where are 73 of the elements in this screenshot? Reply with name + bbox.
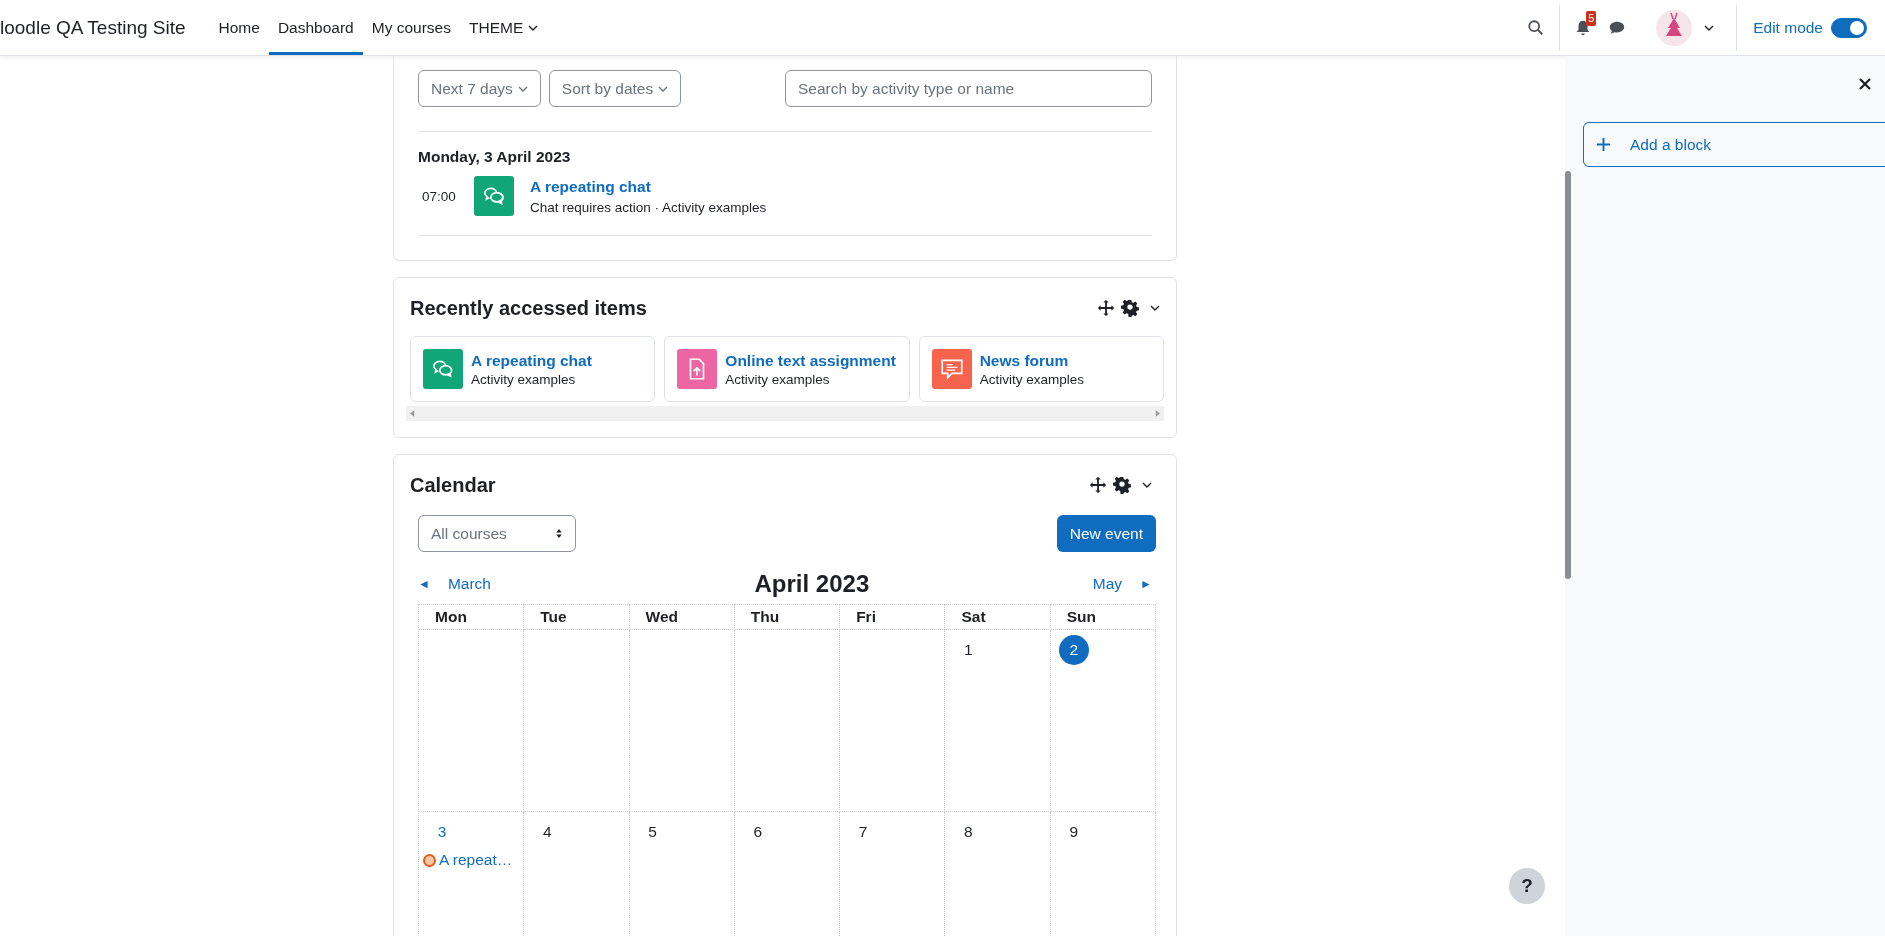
calendar-event-link[interactable]: A repeat… <box>439 851 513 869</box>
event-detail: Chat requires action · Activity examples <box>530 199 767 215</box>
move-icon[interactable] <box>1089 476 1107 494</box>
day-number[interactable]: 5 <box>637 817 668 847</box>
day-number[interactable]: 8 <box>953 817 984 847</box>
avatar-icon[interactable] <box>1656 9 1693 46</box>
search-icon[interactable] <box>1527 18 1546 37</box>
day-number[interactable]: 2 <box>1058 635 1089 665</box>
day-number[interactable]: 4 <box>532 817 563 847</box>
chevron-down-icon <box>658 85 669 92</box>
item-link[interactable]: Online text assignment <box>725 351 896 370</box>
edit-mode-toggle[interactable] <box>1831 17 1867 38</box>
event-time: 07:00 <box>421 188 457 204</box>
weekday-header: Fri <box>840 604 946 630</box>
new-event-button[interactable]: New event <box>1056 515 1156 552</box>
date-heading: Monday, 3 April 2023 <box>418 148 572 166</box>
add-block-button[interactable]: Add a block <box>1583 122 1885 167</box>
weekday-header: Sat <box>945 604 1051 630</box>
recent-item-card[interactable]: News forum Activity examples <box>918 336 1164 402</box>
activity-icon <box>423 349 463 389</box>
right-triangle-icon: ► <box>1140 577 1152 591</box>
search-field[interactable]: Search by activity type or name <box>785 70 1152 107</box>
event-dot-icon <box>423 853 436 867</box>
scrollbar[interactable] <box>1565 171 1571 579</box>
filter-dropdown[interactable]: Next 7 days <box>418 70 541 107</box>
plus-icon <box>1597 138 1610 151</box>
site-name[interactable]: loodle QA Testing Site <box>0 16 186 39</box>
nav-link[interactable]: THEME <box>460 0 548 55</box>
weekday-header: Thu <box>734 604 841 630</box>
item-course: Activity examples <box>979 371 1084 387</box>
previous-month-link[interactable]: ◄ March <box>418 575 491 593</box>
nav-link[interactable]: Dashboard <box>268 0 363 55</box>
settings-icon[interactable] <box>1113 476 1131 494</box>
help-button[interactable]: ? <box>1509 868 1545 904</box>
item-link[interactable]: A repeating chat <box>471 351 592 370</box>
weekday-header: Mon <box>419 604 525 630</box>
left-triangle-icon: ◄ <box>418 577 430 591</box>
day-number[interactable]: 1 <box>953 635 984 665</box>
day-number[interactable]: 3 <box>427 817 457 847</box>
weekday-header: Tue <box>524 604 630 630</box>
nav-link[interactable]: My courses <box>362 0 460 55</box>
day-number[interactable]: 6 <box>742 817 773 847</box>
filter-dropdown[interactable]: Sort by dates <box>548 70 682 107</box>
item-course: Activity examples <box>725 371 831 387</box>
day-number[interactable]: 9 <box>1058 817 1089 847</box>
activity-icon <box>677 349 718 389</box>
settings-icon[interactable] <box>1121 299 1139 317</box>
block-title: Recently accessed items <box>410 296 647 320</box>
item-course: Activity examples <box>471 371 577 387</box>
up-down-arrows-icon <box>555 528 563 539</box>
close-icon[interactable] <box>1859 78 1871 90</box>
chevron-down-icon <box>528 24 539 31</box>
event-link[interactable]: A repeating chat <box>530 177 767 196</box>
nav-link[interactable]: Home <box>209 0 269 55</box>
course-select[interactable]: All courses <box>418 515 576 552</box>
block-title: Calendar <box>410 473 496 497</box>
activity-icon <box>474 176 514 216</box>
activity-icon <box>931 349 972 389</box>
chevron-down-icon <box>517 85 528 92</box>
recent-item-card[interactable]: Online text assignment Activity examples <box>664 336 910 402</box>
weekday-header: Sun <box>1050 604 1156 630</box>
chevron-down-icon[interactable] <box>1142 482 1152 488</box>
chevron-down-icon[interactable] <box>1150 305 1160 311</box>
month-title: April 2023 <box>754 570 870 598</box>
day-number[interactable]: 7 <box>848 817 879 847</box>
chevron-down-icon[interactable] <box>1704 24 1715 31</box>
item-link[interactable]: News forum <box>979 351 1084 370</box>
notification-count: 5 <box>1586 10 1597 26</box>
move-icon[interactable] <box>1097 299 1115 317</box>
weekday-header: Wed <box>629 604 735 630</box>
recent-item-card[interactable]: A repeating chat Activity examples <box>410 336 656 402</box>
next-month-link[interactable]: May ► <box>1092 575 1152 593</box>
edit-mode-label: Edit mode <box>1753 18 1823 37</box>
